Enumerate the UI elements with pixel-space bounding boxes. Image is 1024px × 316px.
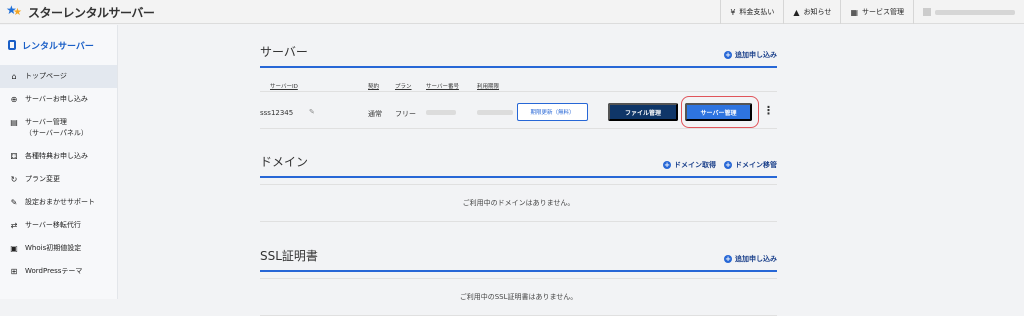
plus-circle-icon: + bbox=[724, 51, 732, 59]
column-header-expiry[interactable]: 利用期限 bbox=[477, 82, 499, 90]
sidebar-title: レンタルサーバー bbox=[22, 41, 94, 52]
sidebar-item-label: Whois初期値設定 bbox=[25, 244, 82, 252]
sidebar-item-label: サーバーお申し込み bbox=[25, 95, 88, 103]
row-divider bbox=[260, 128, 777, 129]
top-bar: ★ ★ スターレンタルサーバー ¥ 料金支払い ▲ お知らせ ▦ サービス管理 bbox=[0, 0, 1024, 24]
brand-name: スターレンタルサーバー bbox=[28, 5, 155, 20]
sidebar-item-label: WordPressテーマ bbox=[25, 267, 83, 275]
expiry-redacted bbox=[477, 110, 513, 115]
domain-transfer-link[interactable]: + ドメイン移管 bbox=[724, 160, 777, 170]
plus-circle-icon: ⊕ bbox=[10, 95, 18, 104]
ssl-add-link[interactable]: + 追加申し込み bbox=[724, 254, 777, 264]
sidebar: レンタルサーバー ⌂ トップページ ⊕ サーバーお申し込み ▤ サーバー管理 （… bbox=[0, 25, 118, 299]
nav-payment-label: 料金支払い bbox=[739, 8, 775, 16]
server-section: サーバー + 追加申し込み サーバーID 契約 プラン サーバー番号 利用期限 … bbox=[260, 44, 777, 129]
server-add-label: 追加申し込み bbox=[735, 51, 777, 59]
sidebar-item-plan-change[interactable]: ↻ プラン変更 bbox=[0, 168, 117, 191]
table-header-divider bbox=[260, 91, 777, 92]
renew-button[interactable]: 期限更新（無料） bbox=[517, 103, 588, 121]
nav-notices[interactable]: ▲ お知らせ bbox=[783, 0, 840, 24]
sidebar-item-label: プラン変更 bbox=[25, 175, 60, 183]
sidebar-item-benefits[interactable]: ⚃ 各種特典お申し込み bbox=[0, 145, 117, 168]
gift-icon: ⚃ bbox=[10, 152, 18, 161]
main-content: サーバー + 追加申し込み サーバーID 契約 プラン サーバー番号 利用期限 … bbox=[260, 25, 777, 316]
wrench-icon: ✎ bbox=[10, 198, 18, 207]
file-manager-button[interactable]: ファイル管理 bbox=[608, 103, 678, 121]
plus-circle-icon: + bbox=[663, 161, 671, 169]
column-header-server-number[interactable]: サーバー番号 bbox=[426, 82, 459, 90]
domain-section: ドメイン + ドメイン取得 + ドメイン移管 ご利用中のドメインはありません。 bbox=[260, 154, 777, 222]
domain-get-label: ドメイン取得 bbox=[674, 161, 716, 169]
contract-cell: 通常 bbox=[368, 110, 382, 118]
ssl-section-title: SSL証明書 bbox=[260, 249, 318, 263]
wordpress-theme-icon: ⊞ bbox=[10, 267, 18, 276]
sidebar-item-sublabel: （サーバーパネル） bbox=[25, 129, 88, 137]
ssl-empty-message: ご利用中のSSL証明書はありません。 bbox=[260, 279, 777, 316]
server-manage-button[interactable]: サーバー管理 bbox=[685, 103, 752, 121]
sidebar-item-wordpress-theme[interactable]: ⊞ WordPressテーマ bbox=[0, 260, 117, 283]
plus-circle-icon: + bbox=[724, 161, 732, 169]
refresh-icon: ↻ bbox=[10, 175, 18, 184]
sidebar-item-text: サーバー管理 （サーバーパネル） bbox=[25, 117, 88, 139]
sidebar-item-setup-support[interactable]: ✎ 設定おまかせサポート bbox=[0, 191, 117, 214]
column-header-contract[interactable]: 契約 bbox=[368, 82, 379, 90]
yen-icon: ¥ bbox=[730, 7, 736, 17]
server-table: サーバーID 契約 プラン サーバー番号 利用期限 sss12345 ✎ 通常 … bbox=[260, 68, 777, 129]
server-id-cell: sss12345 bbox=[260, 109, 294, 117]
column-header-server-id[interactable]: サーバーID bbox=[270, 82, 298, 90]
rental-server-icon bbox=[8, 40, 16, 50]
sidebar-item-migration[interactable]: ⇄ サーバー移転代行 bbox=[0, 214, 117, 237]
ssl-add-label: 追加申し込み bbox=[735, 255, 777, 263]
top-nav: ¥ 料金支払い ▲ お知らせ ▦ サービス管理 bbox=[720, 0, 1024, 24]
more-options-icon[interactable]: ⋮ bbox=[763, 104, 774, 117]
sidebar-item-whois[interactable]: ▣ Whois初期値設定 bbox=[0, 237, 117, 260]
domain-get-link[interactable]: + ドメイン取得 bbox=[663, 160, 716, 170]
sidebar-header[interactable]: レンタルサーバー bbox=[0, 25, 117, 65]
sidebar-item-label: 各種特典お申し込み bbox=[25, 152, 88, 160]
server-add-link[interactable]: + 追加申し込み bbox=[724, 50, 777, 60]
ssl-section: SSL証明書 + 追加申し込み ご利用中のSSL証明書はありません。 bbox=[260, 248, 777, 316]
whois-icon: ▣ bbox=[10, 244, 18, 253]
user-avatar-icon bbox=[923, 8, 931, 16]
brand-logo[interactable]: ★ ★ スターレンタルサーバー bbox=[6, 3, 155, 21]
sidebar-item-label: 設定おまかせサポート bbox=[25, 198, 95, 206]
nav-payment[interactable]: ¥ 料金支払い bbox=[720, 0, 783, 24]
table-header-divider bbox=[260, 178, 777, 185]
nav-notices-label: お知らせ bbox=[803, 8, 832, 16]
edit-pencil-icon[interactable]: ✎ bbox=[309, 108, 315, 116]
domain-section-title: ドメイン bbox=[260, 155, 309, 169]
column-header-plan[interactable]: プラン bbox=[395, 82, 412, 90]
bell-icon: ▲ bbox=[793, 7, 800, 17]
sidebar-item-server-manage[interactable]: ▤ サーバー管理 （サーバーパネル） bbox=[0, 111, 117, 145]
sidebar-item-label: トップページ bbox=[25, 72, 67, 80]
grid-icon: ▦ bbox=[850, 7, 858, 17]
nav-service-management[interactable]: ▦ サービス管理 bbox=[840, 0, 913, 24]
sidebar-item-top[interactable]: ⌂ トップページ bbox=[0, 65, 117, 88]
nav-service-management-label: サービス管理 bbox=[862, 8, 904, 16]
server-icon: ▤ bbox=[10, 118, 18, 127]
plus-circle-icon: + bbox=[724, 255, 732, 263]
domain-transfer-label: ドメイン移管 bbox=[735, 161, 777, 169]
sidebar-item-label: サーバー管理 bbox=[25, 118, 67, 126]
home-icon: ⌂ bbox=[11, 72, 17, 81]
user-menu[interactable] bbox=[913, 0, 1024, 24]
domain-empty-message: ご利用中のドメインはありません。 bbox=[260, 185, 777, 222]
sidebar-item-server-apply[interactable]: ⊕ サーバーお申し込み bbox=[0, 88, 117, 111]
user-account-redacted bbox=[935, 9, 1015, 15]
transfer-icon: ⇄ bbox=[10, 221, 18, 230]
star-logo-icon: ★ ★ bbox=[6, 3, 22, 18]
sidebar-item-label: サーバー移転代行 bbox=[25, 221, 81, 229]
server-section-title: サーバー bbox=[260, 45, 308, 59]
server-number-redacted bbox=[426, 110, 456, 115]
table-header-divider bbox=[260, 272, 777, 279]
plan-cell: フリー bbox=[395, 110, 416, 118]
